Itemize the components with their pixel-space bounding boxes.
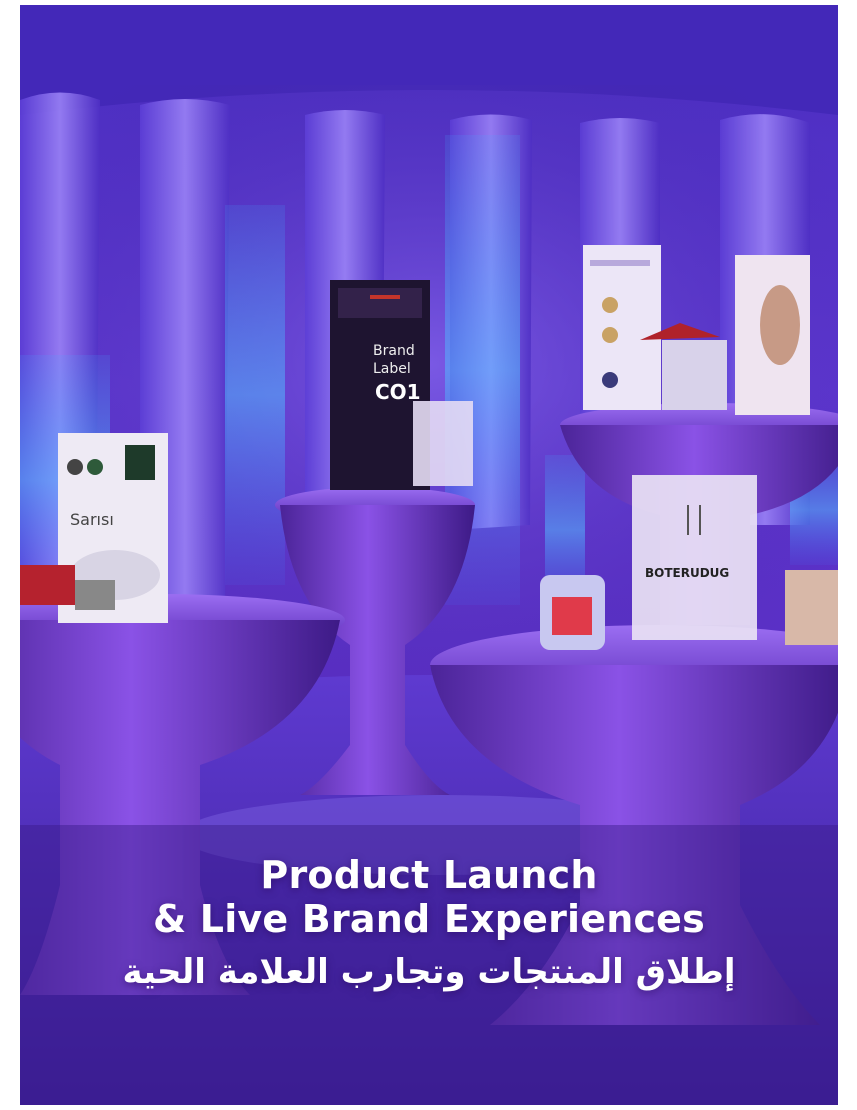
svg-text:Brand: Brand — [373, 343, 415, 359]
hero-card: Brand Label CO1 Sarısı BOTERUDUG Product… — [20, 5, 838, 1105]
hero-title-line-2: & Live Brand Experiences — [153, 897, 705, 941]
hero-title-arabic: إطلاق المنتجات وتجارب العلامة الحية — [122, 952, 736, 992]
hero-caption: Product Launch & Live Brand Experiences … — [20, 853, 838, 997]
hero-title-line-1: Product Launch — [260, 853, 598, 897]
svg-text:CO1: CO1 — [375, 380, 421, 404]
svg-text:Label: Label — [373, 361, 411, 377]
svg-text:Sarısı: Sarısı — [70, 510, 114, 529]
svg-text:BOTERUDUG: BOTERUDUG — [645, 566, 729, 580]
